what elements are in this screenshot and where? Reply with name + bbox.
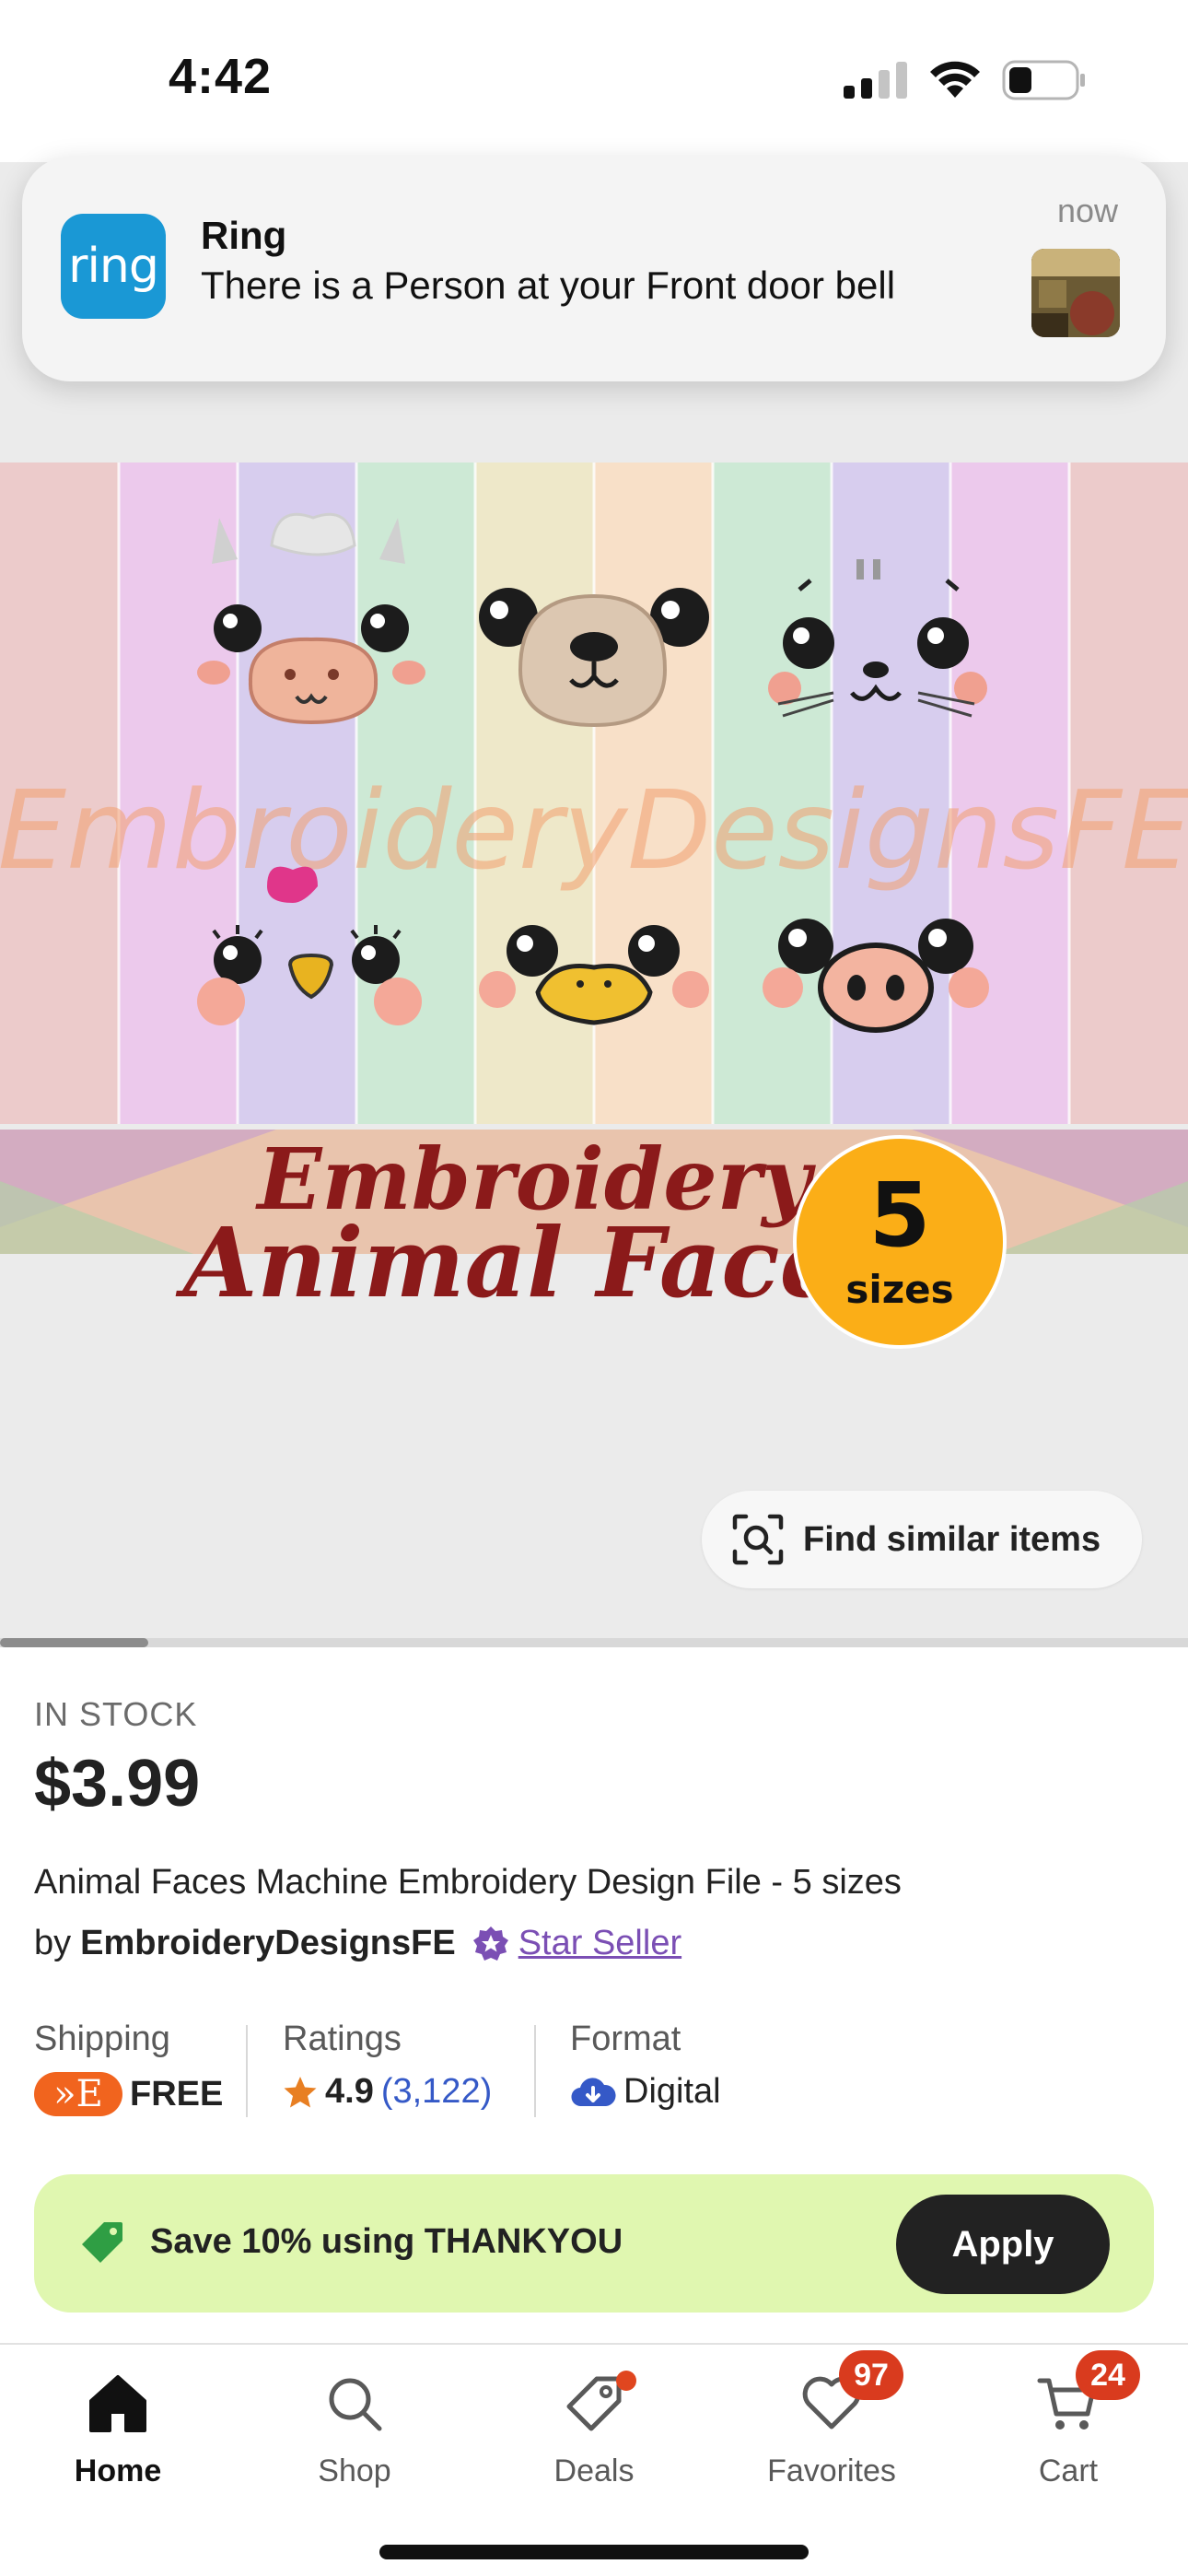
tag-icon	[566, 2376, 622, 2431]
tab-favorites-label: Favorites	[767, 2453, 896, 2488]
badge-text: sizes	[845, 1267, 953, 1312]
stock-status: IN STOCK	[34, 1695, 198, 1733]
search-icon	[329, 2378, 382, 2431]
cloud-download-icon	[571, 2077, 616, 2106]
push-notification[interactable]: ring Ring There is a Person at your Fron…	[22, 157, 1166, 381]
tab-shop-label: Shop	[318, 2453, 391, 2488]
ratings-label: Ratings	[283, 2020, 402, 2058]
notification-thumbnail	[1031, 249, 1120, 337]
tab-favorites[interactable]: 97 Favorites	[740, 2350, 924, 2489]
by-label: by	[34, 1924, 72, 1962]
banner-title-line2: Animal Faces	[175, 1206, 895, 1319]
product-image-gallery[interactable]: EmbroideryDesignsFE Embroidery Animal Fa…	[0, 162, 1188, 1647]
format-value: Digital	[623, 2072, 721, 2111]
notification-app-name: Ring	[201, 214, 287, 257]
status-icons	[844, 57, 1087, 103]
image-carousel-progress	[0, 1638, 1188, 1647]
tab-cart-label: Cart	[1038, 2453, 1099, 2488]
coupon-text: Save 10% using THANKYOU	[150, 2222, 623, 2261]
image-carousel-progress-thumb	[0, 1638, 149, 1647]
rating-value: 4.9	[325, 2072, 374, 2111]
tab-deals-label: Deals	[553, 2453, 635, 2488]
home-indicator	[379, 2545, 809, 2559]
shipping-value: FREE	[130, 2074, 224, 2113]
format-fact: Format Digital	[570, 2020, 721, 2121]
notification-time: now	[1056, 192, 1118, 229]
notification-message: There is a Person at your Front door bel…	[201, 263, 896, 307]
tab-shop[interactable]: Shop	[262, 2367, 447, 2489]
shop-name-link[interactable]: EmbroideryDesignsFE	[80, 1924, 456, 1963]
battery-icon	[1002, 60, 1085, 100]
etsy-plus-shipping-icon: »E	[34, 2072, 122, 2116]
shipping-fact: Shipping »E FREE	[34, 2020, 223, 2121]
tab-home[interactable]: Home	[26, 2367, 210, 2489]
tab-cart[interactable]: 24 Cart	[976, 2350, 1160, 2489]
divider	[534, 2025, 536, 2117]
product-image[interactable]: EmbroideryDesignsFE Embroidery Animal Fa…	[0, 463, 1188, 1516]
home-icon	[89, 2375, 146, 2432]
watermark-text: EmbroideryDesignsFE	[0, 767, 1188, 894]
cart-count-badge: 24	[1076, 2350, 1140, 2400]
star-icon	[284, 2076, 317, 2107]
apply-coupon-button[interactable]: Apply	[896, 2195, 1110, 2294]
wifi-icon	[930, 61, 980, 98]
deals-notification-dot	[616, 2371, 636, 2391]
tab-deals[interactable]: Deals	[502, 2367, 686, 2489]
ratings-fact[interactable]: Ratings 4.9 (3,122)	[283, 2020, 492, 2121]
product-price: $3.99	[34, 1747, 201, 1821]
format-label: Format	[570, 2020, 681, 2058]
coupon-banner: Save 10% using THANKYOU Apply	[34, 2174, 1154, 2313]
shipping-label: Shipping	[34, 2020, 170, 2058]
star-seller-link[interactable]: Star Seller	[472, 1924, 681, 1963]
rating-count-link[interactable]: (3,122)	[381, 2072, 492, 2112]
status-time: 4:42	[169, 49, 273, 104]
ring-app-icon: ring	[61, 214, 166, 319]
find-similar-label: Find similar items	[803, 1519, 1101, 1559]
seller-row: by EmbroideryDesignsFE Star Seller	[34, 1924, 681, 1963]
visual-search-icon	[732, 1514, 784, 1565]
status-bar: 4:42	[0, 0, 1188, 162]
star-seller-badge-icon	[472, 1926, 508, 1961]
cellular-signal-icon	[844, 62, 907, 99]
divider	[246, 2025, 248, 2117]
badge-number: 5	[869, 1164, 931, 1267]
tab-home-label: Home	[74, 2453, 162, 2488]
product-facts: Shipping »E FREE Ratings 4.9 (3,122) For…	[34, 2020, 1154, 2121]
animal-faces-artwork: EmbroideryDesignsFE Embroidery Animal Fa…	[0, 463, 1188, 1349]
star-seller-label: Star Seller	[518, 1924, 682, 1962]
find-similar-button[interactable]: Find similar items	[702, 1491, 1142, 1588]
product-title: Animal Faces Machine Embroidery Design F…	[34, 1863, 902, 1902]
price-tag-icon	[82, 2222, 122, 2263]
bottom-tab-bar: Home Shop Deals 97 Favorites 24 Cart	[0, 2343, 1188, 2576]
favorites-count-badge: 97	[839, 2350, 903, 2400]
